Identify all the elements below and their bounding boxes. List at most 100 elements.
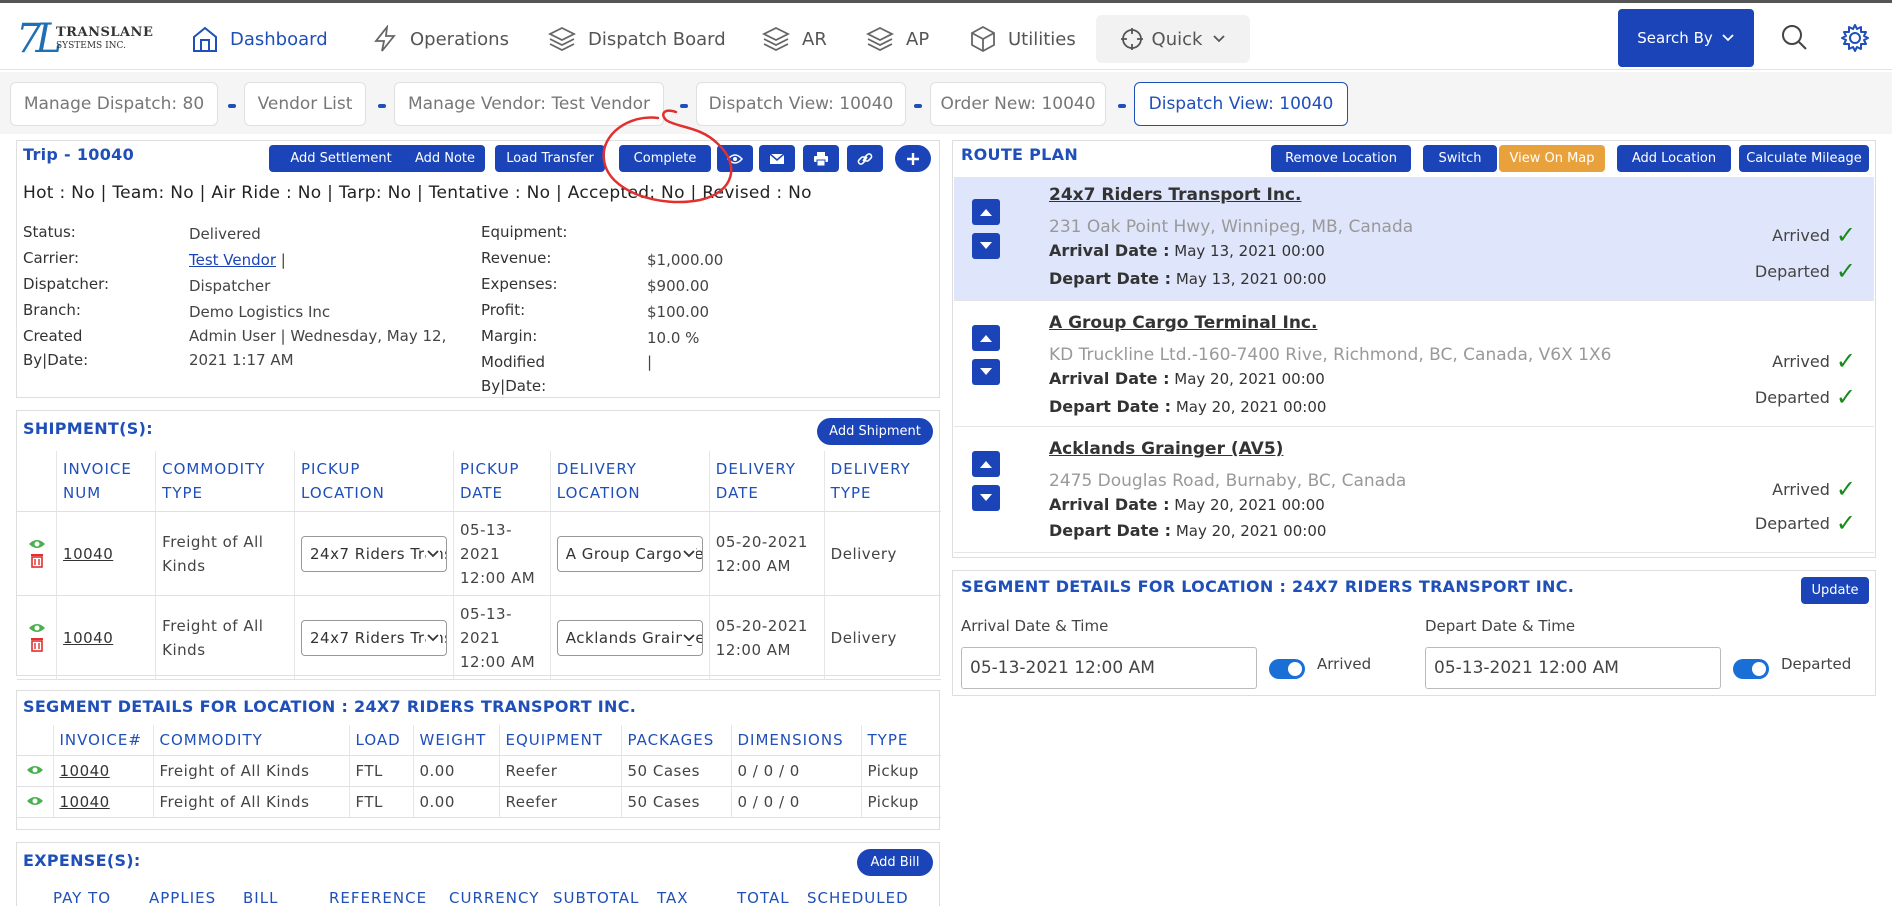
arrival-datetime-input[interactable]: 05-13-2021 12:00 AM <box>961 647 1257 689</box>
lightning-icon <box>374 25 396 52</box>
add-note-button[interactable]: Add Note <box>405 145 485 172</box>
invoice-cell: 10040 <box>56 511 157 596</box>
route-stop[interactable]: A Group Cargo Terminal Inc. KD Truckline… <box>954 303 1874 427</box>
tab-manage-dispatch[interactable]: Manage Dispatch: 80 <box>10 82 218 126</box>
switch-button[interactable]: Switch <box>1423 145 1497 172</box>
tab-order-new[interactable]: Order New: 10040 <box>930 82 1106 126</box>
stop-arrival: Arrival Date : May 20, 2021 00:00 <box>1049 495 1325 514</box>
stop-arrival: Arrival Date : May 13, 2021 00:00 <box>1049 241 1325 260</box>
search-by-button[interactable]: Search By <box>1618 9 1754 67</box>
add-settlement-button[interactable]: Add Settlement <box>269 145 413 172</box>
nav-ap[interactable]: AP <box>866 21 929 57</box>
print-button[interactable] <box>803 145 839 172</box>
pickup-location-select[interactable]: 24x7 Riders Transport Inc. <box>301 535 448 572</box>
commodity-cell: Freight of All Kinds <box>153 786 350 818</box>
eye-icon[interactable] <box>28 538 46 550</box>
invoice-cell: 10040 <box>53 786 154 818</box>
trash-icon[interactable] <box>30 636 44 652</box>
arrived-toggle-label: Arrived <box>1317 655 1372 673</box>
stop-address: KD Truckline Ltd.-160-7400 Rive, Richmon… <box>1049 345 1612 365</box>
stop-name-link[interactable]: A Group Cargo Terminal Inc. <box>1049 313 1317 333</box>
delivery-location-cell: Acklands Grainger (AV5) <box>550 595 710 680</box>
equipment-cell: Reefer <box>499 755 622 787</box>
move-down-button[interactable] <box>972 233 1000 259</box>
move-up-button[interactable] <box>972 451 1000 477</box>
layers-icon <box>548 26 576 52</box>
move-down-button[interactable] <box>972 485 1000 511</box>
nav-dispatch-board-label: Dispatch Board <box>588 28 726 50</box>
calculate-mileage-button[interactable]: Calculate Mileage <box>1739 145 1869 172</box>
stop-address: 231 Oak Point Hwy, Winnipeg, MB, Canada <box>1049 217 1414 237</box>
delivery-location-select[interactable]: Acklands Grainger (AV5) <box>556 619 703 656</box>
add-bill-button[interactable]: Add Bill <box>857 849 933 876</box>
stop-name-link[interactable]: Acklands Grainger (AV5) <box>1049 439 1283 459</box>
nav-dashboard[interactable]: Dashboard <box>192 21 328 57</box>
chevron-down-icon <box>426 546 441 561</box>
tab-vendor-list[interactable]: Vendor List <box>244 82 366 126</box>
eye-icon[interactable] <box>26 795 44 807</box>
gear-icon[interactable] <box>1840 23 1870 53</box>
logo-text: TRANSLANE <box>56 25 154 40</box>
nav-operations[interactable]: Operations <box>372 21 509 57</box>
remove-location-button[interactable]: Remove Location <box>1271 145 1411 172</box>
eye-icon[interactable] <box>28 622 46 634</box>
tabs-bar: Manage Dispatch: 80 Vendor List Manage V… <box>0 72 1892 134</box>
invoice-link[interactable]: 10040 <box>63 545 113 563</box>
stop-depart: Depart Date : May 20, 2021 00:00 <box>1049 397 1327 416</box>
chevron-down-icon <box>681 546 696 561</box>
invoice-header: INVOICE# <box>53 725 154 756</box>
nav-ar[interactable]: AR <box>762 21 827 57</box>
applies-header: APPLIES <box>149 889 217 905</box>
invoice-link[interactable]: 10040 <box>60 793 110 811</box>
eye-icon[interactable] <box>26 764 44 776</box>
email-button[interactable] <box>759 145 795 172</box>
nav-dispatch-board[interactable]: Dispatch Board <box>548 21 726 57</box>
logo-mark-icon: 7L <box>16 16 62 62</box>
annotation-circle-icon <box>602 109 733 204</box>
tab-dispatch-view-active[interactable]: Dispatch View: 10040 <box>1134 82 1348 126</box>
departed-toggle[interactable] <box>1733 659 1769 679</box>
route-stop[interactable]: 24x7 Riders Transport Inc. 231 Oak Point… <box>954 177 1874 301</box>
expenses-label: Expenses: <box>481 275 558 293</box>
checkmark-icon: ✓ <box>1835 221 1856 249</box>
invoice-link[interactable]: 10040 <box>63 629 113 647</box>
delivery-location-cell: A Group Cargo Terminal Inc. <box>550 511 710 596</box>
carrier-link[interactable]: Test Vendor <box>189 251 276 269</box>
load-transfer-button[interactable]: Load Transfer <box>495 145 605 172</box>
link-button[interactable] <box>847 145 883 172</box>
move-up-button[interactable] <box>972 199 1000 225</box>
nav-operations-label: Operations <box>410 28 509 50</box>
invoice-link[interactable]: 10040 <box>60 762 110 780</box>
delivery-date-cell: 05-20-2021 12:00 AM <box>709 595 825 680</box>
cube-icon <box>971 25 995 53</box>
type-cell: Pickup <box>861 786 941 818</box>
depart-datetime-input[interactable]: 05-13-2021 12:00 AM <box>1425 647 1721 689</box>
delivery-location-select[interactable]: A Group Cargo Terminal Inc. <box>556 535 703 572</box>
stop-depart: Depart Date : May 20, 2021 00:00 <box>1049 521 1327 540</box>
update-button[interactable]: Update <box>1801 577 1869 604</box>
expenses-value: $900.00 <box>647 277 710 295</box>
route-stop[interactable]: Acklands Grainger (AV5) 2475 Douglas Roa… <box>954 429 1874 553</box>
add-button[interactable] <box>895 145 931 172</box>
stop-name-link[interactable]: 24x7 Riders Transport Inc. <box>1049 185 1301 205</box>
table-row: 10040 Freight of All Kinds 24x7 Riders Tr… <box>17 511 941 596</box>
pickup-location-select[interactable]: 24x7 Riders Transport Inc. <box>301 619 448 656</box>
modified-label-line2: By|Date: <box>481 377 547 395</box>
nav-dashboard-label: Dashboard <box>230 28 328 50</box>
quick-menu[interactable]: Quick <box>1096 15 1250 63</box>
translane-logo[interactable]: 7L TRANSLANE SYSTEMS INC. <box>16 16 153 62</box>
add-location-button[interactable]: Add Location <box>1617 145 1731 172</box>
search-icon[interactable] <box>1780 23 1808 51</box>
nav-utilities[interactable]: Utilities <box>970 21 1076 57</box>
trash-icon[interactable] <box>30 552 44 568</box>
pickup-location-cell: 24x7 Riders Transport Inc. <box>294 595 455 680</box>
move-up-button[interactable] <box>972 325 1000 351</box>
add-shipment-button[interactable]: Add Shipment <box>817 418 933 445</box>
view-on-map-button[interactable]: View On Map <box>1499 145 1605 172</box>
arrived-toggle[interactable] <box>1269 659 1305 679</box>
move-down-button[interactable] <box>972 359 1000 385</box>
layers-icon <box>866 26 894 52</box>
dispatcher-value: Dispatcher <box>189 277 271 295</box>
depart-datetime-label: Depart Date & Time <box>1425 617 1576 635</box>
envelope-icon <box>769 152 785 164</box>
